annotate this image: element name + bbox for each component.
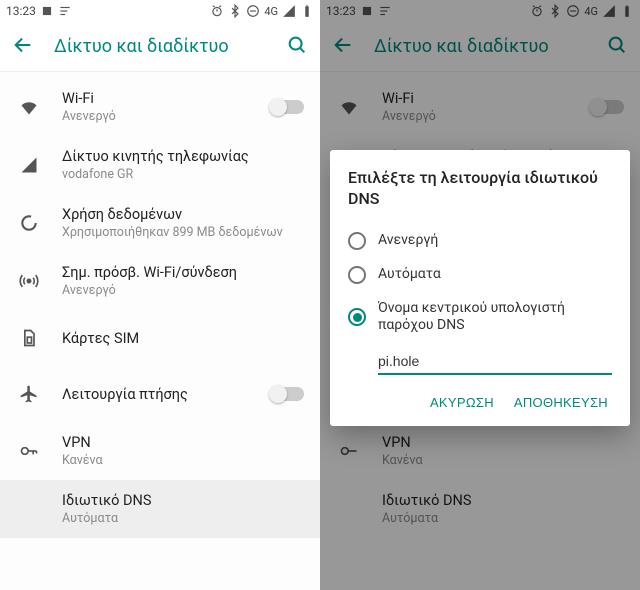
row-wifi[interactable]: Wi-Fi Ανενεργό [0, 78, 320, 136]
row-subtitle: Κανένα [62, 453, 304, 468]
row-hotspot[interactable]: Σημ. πρόσβ. Wi-Fi/σύνδεση Ανενεργό [0, 252, 320, 310]
row-title: Δίκτυο κινητής τηλεφωνίας [62, 148, 304, 165]
row-subtitle: Ανενεργό [62, 109, 248, 124]
row-subtitle: Χρησιμοποιήθηκαν 899 MB δεδομένων [62, 225, 304, 240]
row-private-dns[interactable]: Ιδιωτικό DNS Αυτόματα [0, 480, 320, 538]
radio-option-hostname[interactable]: Όνομα κεντρικού υπολογιστή παρόχου DNS [348, 292, 612, 343]
back-icon[interactable] [12, 34, 34, 60]
row-sim-cards[interactable]: Κάρτες SIM [0, 310, 320, 366]
page-title: Δίκτυο και διαδίκτυο [54, 36, 266, 57]
cancel-button[interactable]: ΑΚΥΡΩΣΗ [430, 395, 494, 410]
radio-label: Όνομα κεντρικού υπολογιστή παρόχου DNS [378, 300, 612, 335]
row-airplane-mode[interactable]: Λειτουργία πτήσης [0, 366, 320, 422]
row-subtitle: Αυτόματα [62, 511, 304, 526]
signal-icon [282, 4, 296, 18]
vpn-key-icon [18, 441, 40, 461]
dialog-title: Επιλέξτε τη λειτουργία ιδιωτικού DNS [348, 168, 612, 210]
row-title: Χρήση δεδομένων [62, 206, 304, 223]
hotspot-icon [18, 271, 40, 291]
status-bar: 13:23 4G [0, 0, 320, 22]
bluetooth-icon [228, 4, 242, 18]
row-vpn[interactable]: VPN Κανένα [0, 422, 320, 480]
dialog-actions: ΑΚΥΡΩΣΗ ΑΠΟΘΗΚΕΥΣΗ [348, 379, 612, 416]
radio-option-off[interactable]: Ανενεργή [348, 224, 612, 258]
data-usage-icon [18, 213, 40, 233]
screen-private-dns-dialog: 13:23 4G Δίκτυο και διαδίκτυο Wi-Fi Ανεν… [320, 0, 640, 590]
row-mobile-network[interactable]: Δίκτυο κινητής τηλεφωνίας vodafone GR [0, 136, 320, 194]
save-button[interactable]: ΑΠΟΘΗΚΕΥΣΗ [514, 395, 608, 410]
network-type: 4G [264, 5, 278, 18]
radio-option-automatic[interactable]: Αυτόματα [348, 258, 612, 292]
row-title: Ιδιωτικό DNS [62, 492, 304, 509]
airplane-toggle[interactable] [270, 387, 304, 401]
settings-list: Wi-Fi Ανενεργό Δίκτυο κινητής τηλεφωνίας… [0, 72, 320, 538]
radio-icon [348, 232, 366, 250]
wifi-icon [18, 97, 40, 117]
screenshot-icon [40, 4, 54, 18]
dns-hostname-input[interactable] [378, 349, 612, 375]
sim-icon [18, 328, 40, 348]
dnd-icon [246, 4, 260, 18]
row-title: Κάρτες SIM [62, 330, 304, 347]
row-title: Σημ. πρόσβ. Wi-Fi/σύνδεση [62, 264, 304, 281]
wifi-toggle[interactable] [270, 100, 304, 114]
airplane-icon [18, 384, 40, 404]
radio-label: Ανενεργή [378, 232, 612, 250]
search-icon[interactable] [286, 34, 308, 60]
screen-network-settings: 13:23 4G Δίκτυο και διαδίκτυο Wi-Fi Ανεν… [0, 0, 320, 590]
radio-label: Αυτόματα [378, 266, 612, 284]
battery-icon [300, 4, 314, 18]
cellular-icon [18, 155, 40, 175]
row-data-usage[interactable]: Χρήση δεδομένων Χρησιμοποιήθηκαν 899 MB … [0, 194, 320, 252]
row-subtitle: vodafone GR [62, 167, 304, 182]
row-title: VPN [62, 434, 304, 451]
radio-icon [348, 308, 366, 326]
row-subtitle: Ανενεργό [62, 283, 304, 298]
app-bar: Δίκτυο και διαδίκτυο [0, 22, 320, 72]
text-icon [58, 4, 72, 18]
alarm-icon [210, 4, 224, 18]
row-title: Wi-Fi [62, 90, 248, 107]
radio-icon [348, 266, 366, 284]
row-title: Λειτουργία πτήσης [62, 386, 248, 403]
status-time: 13:23 [6, 4, 36, 18]
private-dns-dialog: Επιλέξτε τη λειτουργία ιδιωτικού DNS Ανε… [330, 150, 630, 426]
